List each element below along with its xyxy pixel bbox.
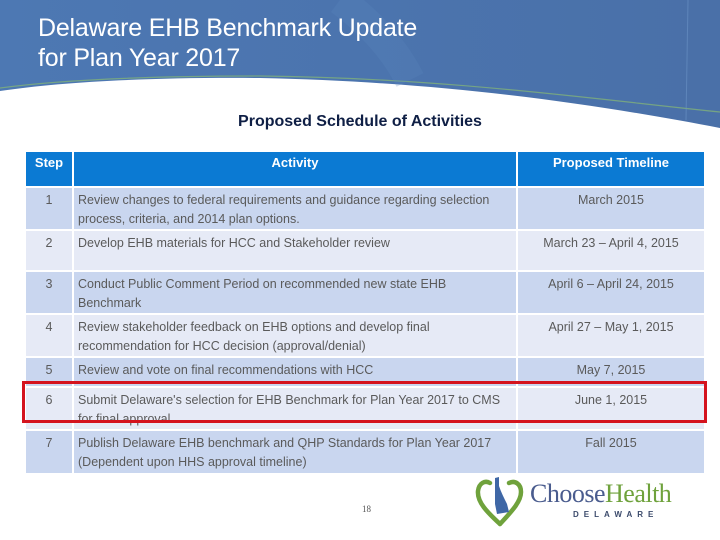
table-row-highlighted: 6 Submit Delaware's selection for EHB Be… <box>26 388 704 429</box>
step-number: 4 <box>26 315 72 356</box>
step-number: 3 <box>26 272 72 313</box>
step-number: 5 <box>26 358 72 386</box>
timeline-cell: March 2015 <box>518 188 704 229</box>
choose-health-delaware-logo: ChooseHealth DELAWARE <box>473 474 703 527</box>
schedule-table: Step Activity Proposed Timeline 1 Review… <box>24 150 706 475</box>
step-number: 6 <box>26 388 72 429</box>
header-timeline: Proposed Timeline <box>518 152 704 186</box>
timeline-cell: April 27 – May 1, 2015 <box>518 315 704 356</box>
step-number: 1 <box>26 188 72 229</box>
header-step: Step <box>26 152 72 186</box>
table-row: 5 Review and vote on final recommendatio… <box>26 358 704 386</box>
slide-title-line2: for Plan Year 2017 <box>38 44 241 72</box>
title-banner: Delaware EHB Benchmark Update for Plan Y… <box>0 0 720 130</box>
logo-word-choose: Choose <box>530 479 606 508</box>
activity-cell: Review changes to federal requirements a… <box>74 188 516 229</box>
step-number: 2 <box>26 231 72 270</box>
timeline-cell: March 23 – April 4, 2015 <box>518 231 704 270</box>
activity-cell: Develop EHB materials for HCC and Stakeh… <box>74 231 516 270</box>
activity-cell: Publish Delaware EHB benchmark and QHP S… <box>74 431 516 473</box>
activity-cell: Review stakeholder feedback on EHB optio… <box>74 315 516 356</box>
table-title: Proposed Schedule of Activities <box>238 113 482 130</box>
logo-wordmark: ChooseHealth <box>530 479 672 508</box>
step-number: 7 <box>26 431 72 473</box>
timeline-cell: June 1, 2015 <box>518 388 704 429</box>
table-row: 4 Review stakeholder feedback on EHB opt… <box>26 315 704 356</box>
activity-cell: Review and vote on final recommendations… <box>74 358 516 386</box>
activity-cell: Conduct Public Comment Period on recomme… <box>74 272 516 313</box>
logo-word-health: Health <box>605 479 672 508</box>
timeline-cell: May 7, 2015 <box>518 358 704 386</box>
activity-cell: Submit Delaware's selection for EHB Benc… <box>74 388 516 429</box>
slide-title: Delaware EHB Benchmark Update for Plan Y… <box>38 13 417 73</box>
table-header-row: Step Activity Proposed Timeline <box>26 152 704 186</box>
heart-delaware-icon <box>475 477 524 527</box>
slide-title-line1: Delaware EHB Benchmark Update <box>38 14 418 42</box>
timeline-cell: April 6 – April 24, 2015 <box>518 272 704 313</box>
header-activity: Activity <box>74 152 516 186</box>
logo-subtitle: DELAWARE <box>573 510 659 519</box>
page-number: 18 <box>362 504 371 514</box>
table-row: 7 Publish Delaware EHB benchmark and QHP… <box>26 431 704 473</box>
table-row: 2 Develop EHB materials for HCC and Stak… <box>26 231 704 270</box>
timeline-cell: Fall 2015 <box>518 431 704 473</box>
table-row: 3 Conduct Public Comment Period on recom… <box>26 272 704 313</box>
table-row: 1 Review changes to federal requirements… <box>26 188 704 229</box>
